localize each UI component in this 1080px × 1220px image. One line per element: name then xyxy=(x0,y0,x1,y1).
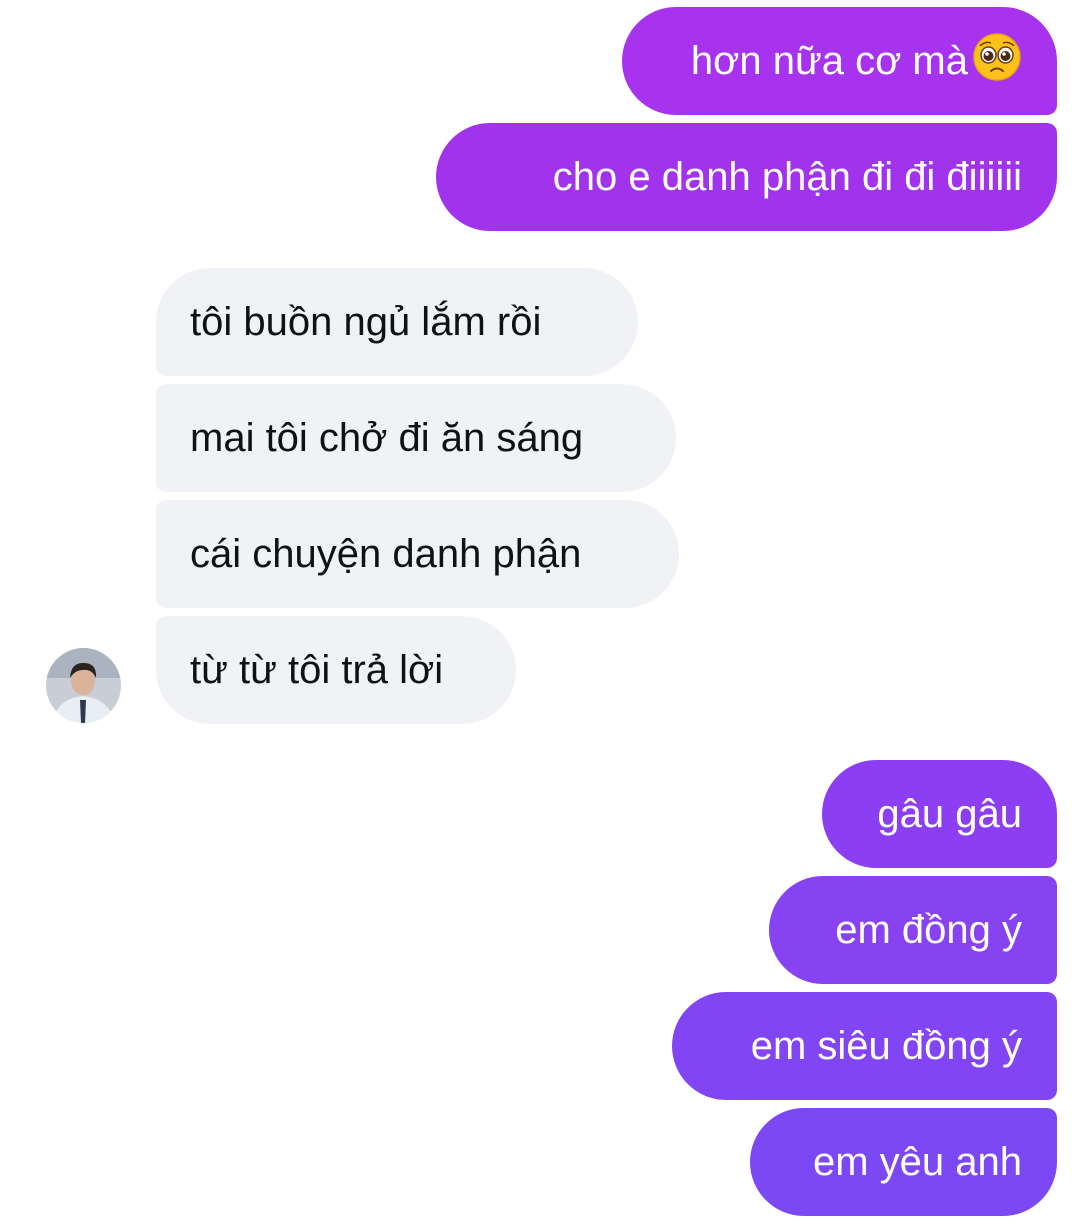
message-text: hơn nữa cơ mà xyxy=(690,39,968,83)
incoming-message[interactable]: mai tôi chở đi ăn sáng xyxy=(156,384,676,492)
message-text: mai tôi chở đi ăn sáng xyxy=(190,416,584,460)
message-text: gâu gâu xyxy=(877,792,1022,836)
outgoing-message[interactable]: gâu gâu xyxy=(822,760,1057,868)
outgoing-message[interactable]: em siêu đồng ý xyxy=(672,992,1057,1100)
outgoing-message[interactable]: hơn nữa cơ mà xyxy=(622,7,1057,115)
outgoing-message[interactable]: em đồng ý xyxy=(769,876,1057,984)
message-text: cái chuyện danh phận xyxy=(190,532,582,576)
pleading-face-emoji-icon xyxy=(973,33,1021,81)
outgoing-message[interactable]: em yêu anh xyxy=(750,1108,1057,1216)
contact-avatar[interactable] xyxy=(46,648,121,723)
message-text: em yêu anh xyxy=(812,1140,1022,1184)
message-text: tôi buồn ngủ lắm rồi xyxy=(190,300,542,344)
incoming-message[interactable]: từ từ tôi trả lời xyxy=(156,616,516,724)
incoming-message[interactable]: cái chuyện danh phận xyxy=(156,500,679,608)
outgoing-message[interactable]: cho e danh phận đi đi điiiiii xyxy=(436,123,1057,231)
message-text: cho e danh phận đi đi điiiiii xyxy=(552,155,1022,199)
message-text: em đồng ý xyxy=(835,908,1022,952)
incoming-message[interactable]: tôi buồn ngủ lắm rồi xyxy=(156,268,638,376)
message-text: từ từ tôi trả lời xyxy=(190,648,444,692)
avatar-photo-icon xyxy=(46,648,121,723)
message-text: em siêu đồng ý xyxy=(750,1024,1022,1068)
